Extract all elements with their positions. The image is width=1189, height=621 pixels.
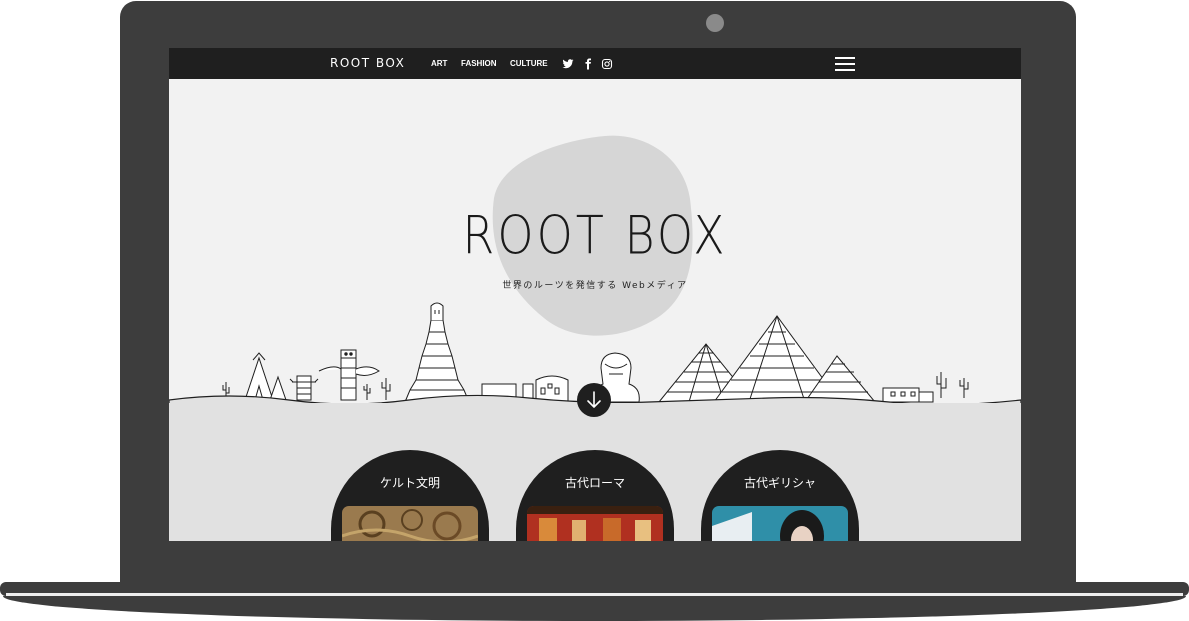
scroll-down-button[interactable] [577, 383, 611, 417]
card-image-greece [712, 506, 848, 541]
arrow-down-icon [587, 391, 601, 408]
card-image-celtic [342, 506, 478, 541]
laptop-bottom [3, 596, 1186, 621]
webcam [706, 14, 724, 32]
hero-subtitle: 世界のルーツを発信する Webメディア [502, 281, 688, 291]
card-title: ケルト文明 [379, 476, 440, 490]
card-title: 古代ローマ [564, 476, 625, 490]
card-title: 古代ギリシャ [743, 476, 816, 490]
website-screen: ROOT BOX ART FASHION CULTURE ROOT BOX 世界… [169, 48, 1021, 541]
hero-title: ROOT BOX [462, 203, 728, 267]
card-image-rome [527, 506, 663, 541]
